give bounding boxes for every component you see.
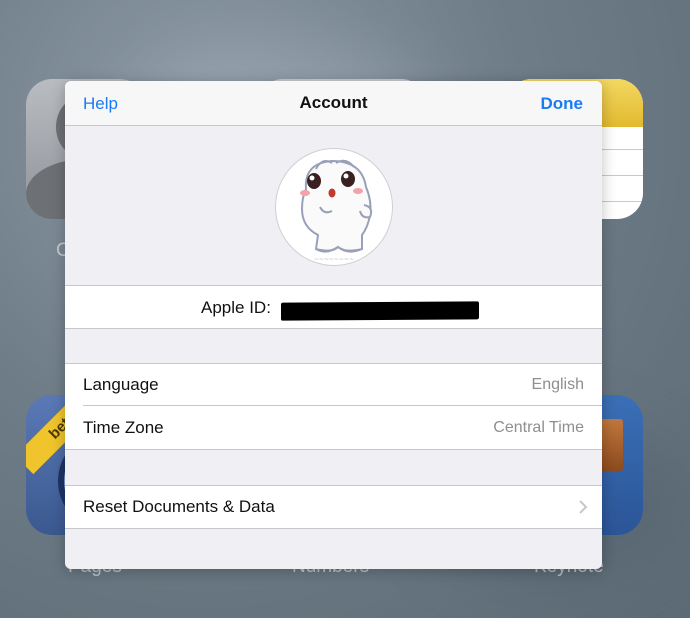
language-label: Language <box>83 375 159 394</box>
navigation-bar: Help Account Done <box>65 81 602 126</box>
bunny-avatar-icon: ~~~~~~~~ <box>300 159 373 263</box>
svg-text:~~~~~~~~: ~~~~~~~~ <box>314 256 354 263</box>
account-sheet: Help Account Done ~~~~~~~~ Apple ID: Lan… <box>65 81 602 569</box>
avatar[interactable]: ~~~~~~~~ <box>275 148 393 266</box>
time-zone-value: Central Time <box>493 419 584 436</box>
reset-documents-label: Reset Documents & Data <box>83 497 275 516</box>
language-value: English <box>531 376 584 393</box>
chevron-right-icon <box>579 500 588 514</box>
row-separator <box>83 405 602 406</box>
time-zone-row[interactable]: Time Zone Central Time <box>65 407 602 449</box>
done-button[interactable]: Done <box>541 94 584 114</box>
time-zone-label: Time Zone <box>83 418 164 437</box>
language-row[interactable]: Language English <box>65 364 602 406</box>
apple-id-label: Apple ID: <box>201 298 271 317</box>
settings-group: Language English Time Zone Central Time <box>65 363 602 450</box>
apple-id-row: Apple ID: <box>65 285 602 329</box>
sheet-title: Account <box>299 93 368 112</box>
reset-documents-row[interactable]: Reset Documents & Data <box>65 485 602 529</box>
apple-id-redacted-value <box>281 301 479 321</box>
